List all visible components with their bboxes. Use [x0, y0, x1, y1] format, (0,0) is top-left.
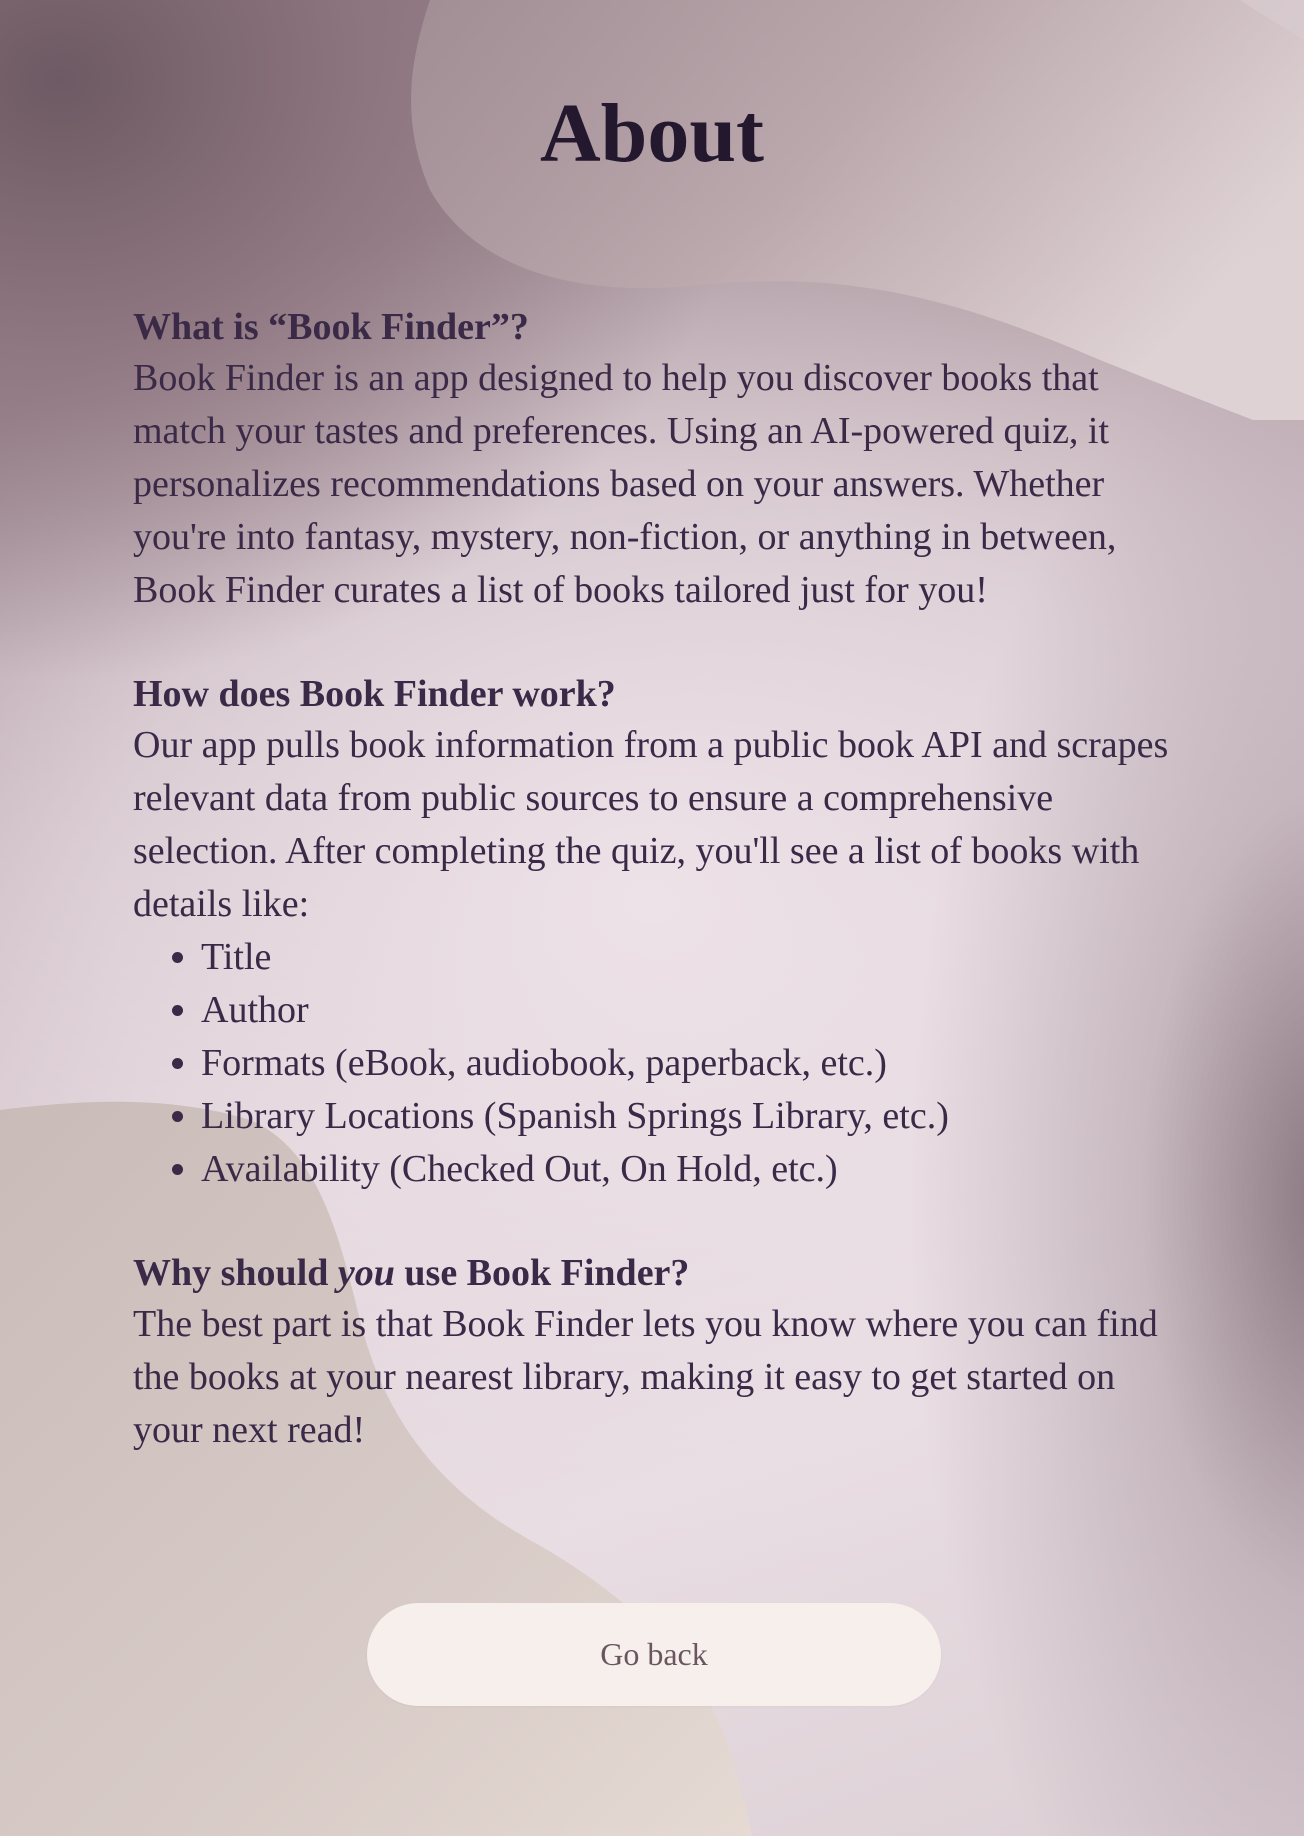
- list-item: Title: [201, 931, 1193, 984]
- go-back-button[interactable]: Go back: [367, 1603, 941, 1706]
- section-heading: What is “Book Finder”?: [133, 302, 1193, 352]
- section-heading: Why should you use Book Finder?: [133, 1248, 1193, 1298]
- section-heading: How does Book Finder work?: [133, 669, 1193, 719]
- section-body: Book Finder is an app designed to help y…: [133, 357, 1117, 611]
- section-how-it-works: How does Book Finder work? Our app pulls…: [133, 669, 1193, 1196]
- section-heading-text: How does Book Finder work?: [133, 673, 616, 715]
- list-item: Library Locations (Spanish Springs Libra…: [201, 1090, 1193, 1143]
- section-heading-text: What is “Book Finder”?: [133, 306, 529, 348]
- section-heading-emphasis: you: [337, 1252, 395, 1294]
- list-item: Author: [201, 984, 1193, 1037]
- about-content: What is “Book Finder”? Book Finder is an…: [133, 302, 1193, 1509]
- list-item: Formats (eBook, audiobook, paperback, et…: [201, 1037, 1193, 1090]
- section-body: The best part is that Book Finder lets y…: [133, 1303, 1158, 1451]
- section-why-use: Why should you use Book Finder? The best…: [133, 1248, 1193, 1457]
- section-heading-suffix: use Book Finder?: [394, 1252, 690, 1294]
- section-what-is: What is “Book Finder”? Book Finder is an…: [133, 302, 1193, 617]
- page-title: About: [539, 87, 765, 180]
- section-heading-prefix: Why should: [133, 1252, 338, 1294]
- list-item: Availability (Checked Out, On Hold, etc.…: [201, 1143, 1193, 1196]
- book-details-list: Title Author Formats (eBook, audiobook, …: [133, 931, 1193, 1196]
- section-body: Our app pulls book information from a pu…: [133, 724, 1169, 925]
